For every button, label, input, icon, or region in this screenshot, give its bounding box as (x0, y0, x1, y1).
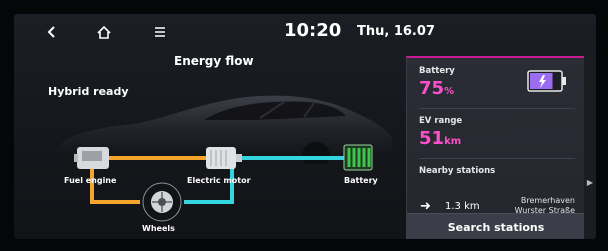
arrow-right-icon: ➜ (420, 199, 431, 214)
ev-range-value: 51km (419, 128, 462, 149)
clock-time: 10:20 (284, 20, 342, 41)
page-title: Energy flow (174, 54, 254, 68)
energy-flow-diagram (74, 144, 373, 222)
battery-percentage: 75% (419, 78, 455, 99)
electric-motor-label: Electric motor (187, 176, 251, 185)
panel-divider (419, 108, 575, 109)
station-distance[interactable]: 1.3 km (445, 201, 480, 212)
ev-range-title: EV range (419, 116, 463, 126)
chevron-right-icon: ▶ (586, 178, 593, 187)
panel-divider (419, 158, 575, 159)
nearby-stations-title: Nearby stations (419, 166, 496, 176)
home-icon[interactable] (94, 22, 114, 42)
infotainment-screen: 10:20 Thu, 16.07 Energy flow Hybrid read… (14, 14, 596, 239)
fuel-engine-icon (74, 147, 109, 169)
battery-charge-icon (527, 70, 566, 92)
fuel-engine-label: Fuel engine (64, 176, 117, 185)
back-icon[interactable] (42, 22, 62, 42)
wheel-icon (142, 182, 182, 222)
menu-icon[interactable] (150, 22, 170, 42)
electric-motor-icon (206, 147, 242, 169)
wheels-label: Wheels (142, 224, 175, 233)
top-bar: 10:20 Thu, 16.07 (14, 14, 596, 52)
battery-title: Battery (419, 66, 455, 76)
battery-label: Battery (344, 176, 378, 185)
info-panel: Battery 75% EV range 51km Nearby station… (406, 56, 585, 239)
search-stations-button[interactable]: Search stations (407, 213, 585, 239)
battery-pack-icon (343, 144, 373, 171)
side-handle[interactable]: ▶ (584, 56, 596, 239)
clock-date: Thu, 16.07 (357, 24, 435, 39)
